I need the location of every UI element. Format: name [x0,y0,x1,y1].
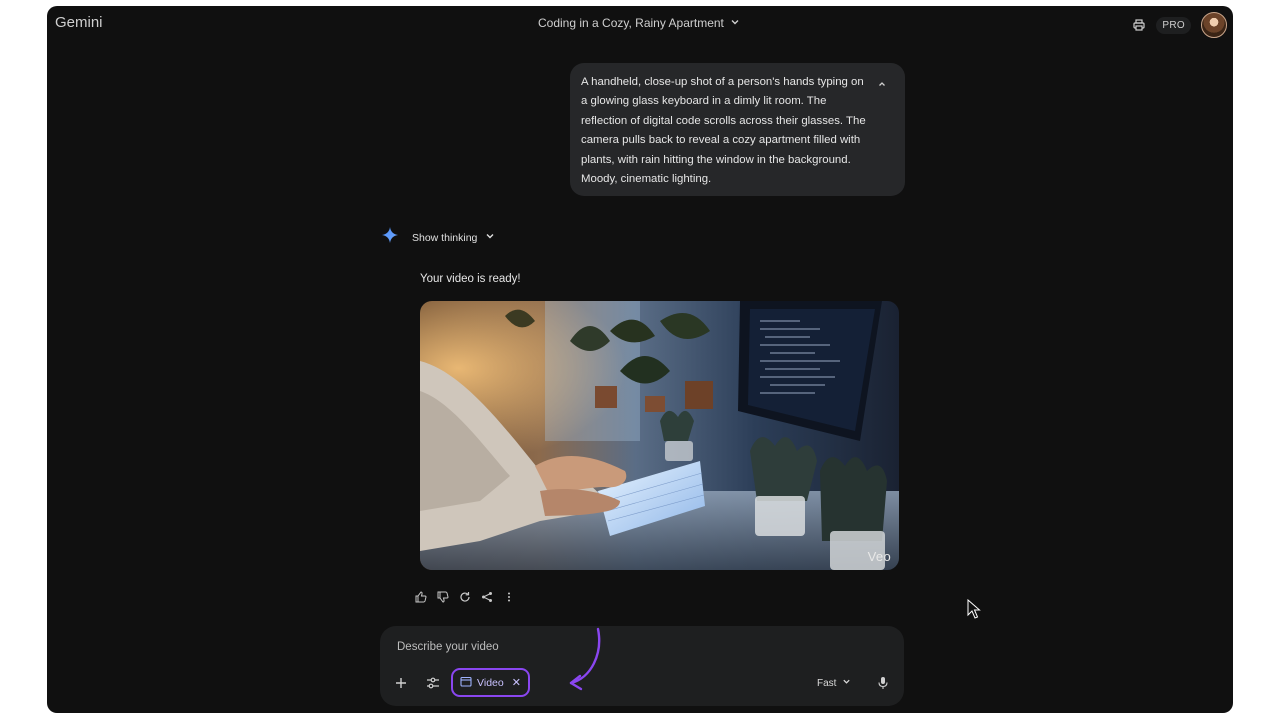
show-thinking-label: Show thinking [412,231,478,244]
printer-icon[interactable] [1132,18,1146,32]
mode-label: Fast [817,677,837,689]
mic-icon[interactable] [877,676,889,690]
plus-icon[interactable] [394,676,408,690]
veo-watermark: Veo [867,549,891,564]
gemini-app-window: Gemini Coding in a Cozy, Rainy Apartment… [47,6,1233,713]
top-bar: Gemini Coding in a Cozy, Rainy Apartment… [47,6,1233,42]
chat-title-dropdown[interactable]: Coding in a Cozy, Rainy Apartment [538,16,740,30]
chevron-down-icon [842,677,851,689]
response-header: Show thinking [381,226,495,249]
response-actions [414,590,516,604]
video-tool-chip[interactable]: Video ✕ [451,668,530,697]
gemini-sparkle-icon [381,226,399,249]
pro-badge[interactable]: PRO [1156,16,1191,34]
composer: Video ✕ Fast [380,626,904,706]
calendar-video-icon [460,676,472,690]
video-chip-label: Video [477,676,504,689]
video-frame [420,301,899,570]
avatar[interactable] [1201,12,1227,38]
top-right-controls: PRO [1132,12,1227,38]
share-icon[interactable] [480,590,494,604]
show-thinking-button[interactable]: Show thinking [412,231,495,244]
tools-icon[interactable] [426,676,440,690]
mode-selector[interactable]: Fast [817,677,851,689]
more-vert-icon[interactable] [502,590,516,604]
chevron-down-icon [730,16,740,30]
regenerate-icon[interactable] [458,590,472,604]
mouse-cursor-icon [967,599,981,619]
chat-title-text: Coding in a Cozy, Rainy Apartment [538,16,724,30]
thumbs-down-icon[interactable] [436,590,450,604]
user-prompt-text: A handheld, close-up shot of a person's … [581,76,866,186]
chevron-up-icon[interactable] [877,79,887,89]
chevron-down-icon [485,231,495,244]
brand-logo[interactable]: Gemini [55,14,103,31]
response-message: Your video is ready! [420,273,521,285]
close-icon[interactable]: ✕ [512,676,521,689]
user-prompt-bubble: A handheld, close-up shot of a person's … [570,63,905,196]
thumbs-up-icon[interactable] [414,590,428,604]
generated-video[interactable]: Veo [420,301,899,570]
prompt-input[interactable] [395,640,839,654]
